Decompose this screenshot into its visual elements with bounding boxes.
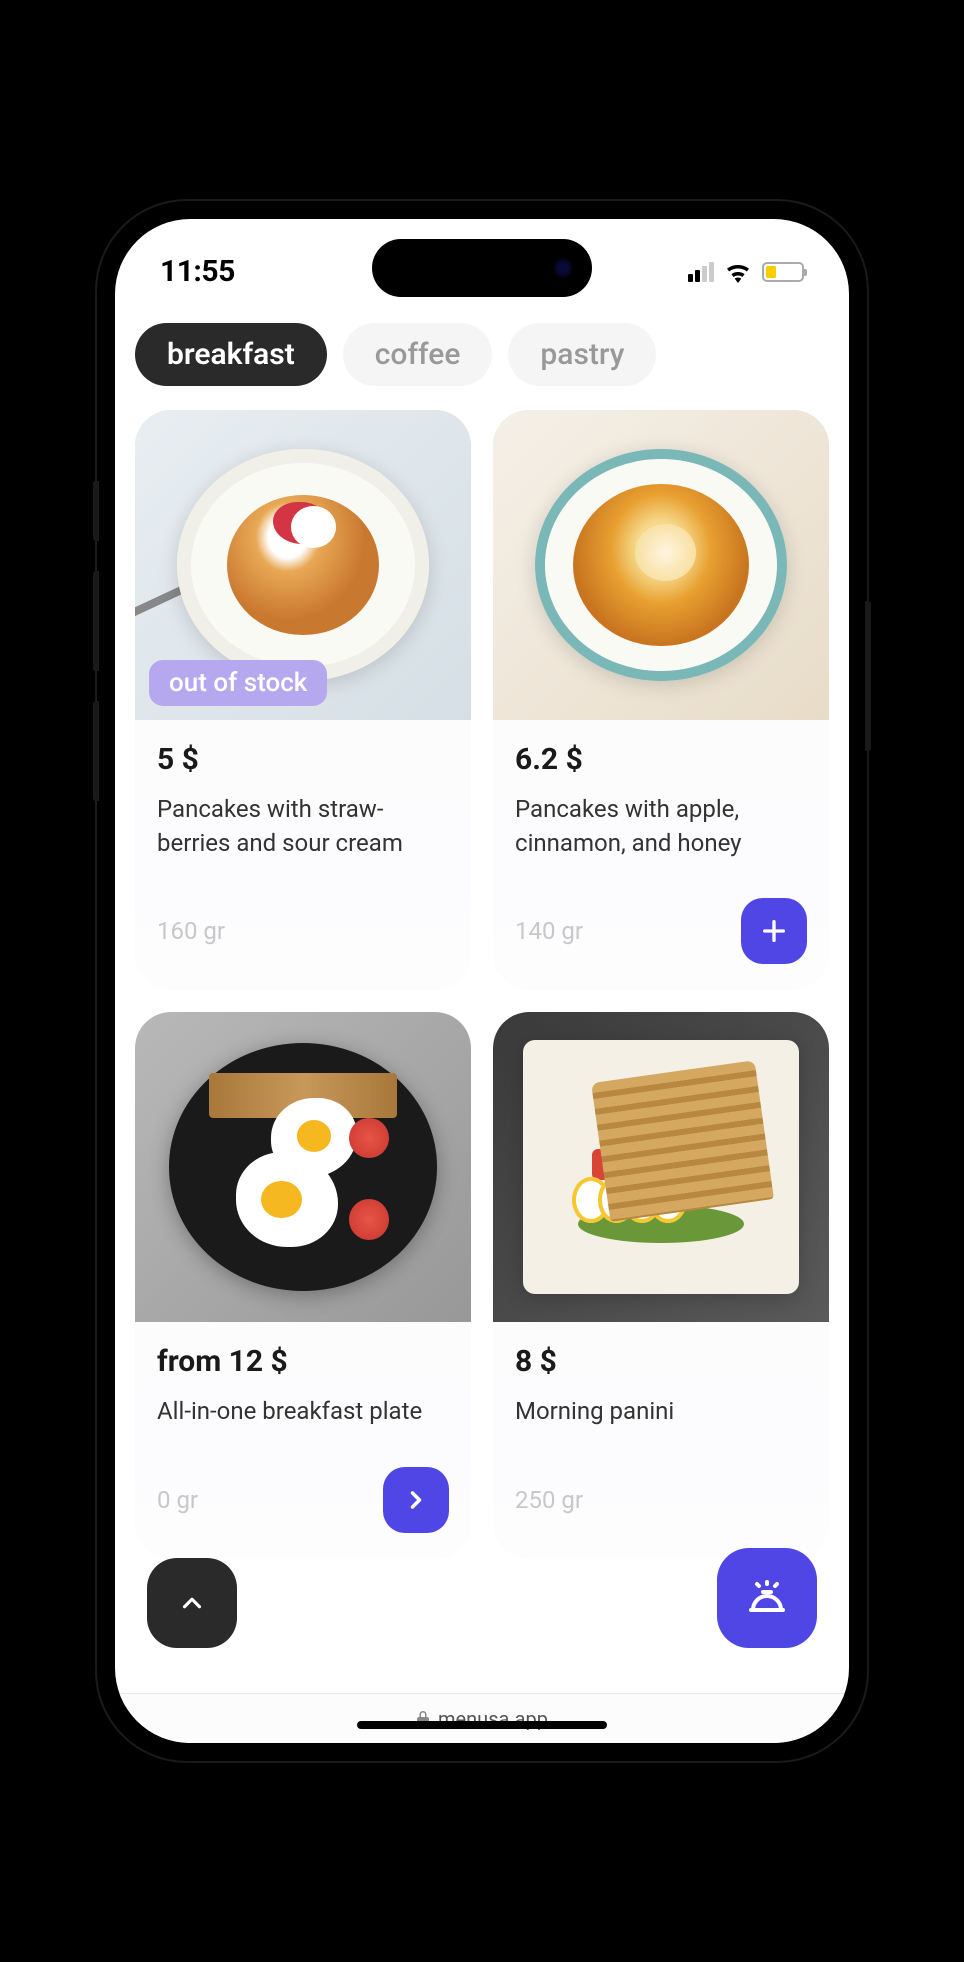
menu-card-image — [493, 410, 829, 720]
menu-card[interactable]: from 12 $ All-in-one breakfast plate 0 g… — [135, 1012, 471, 1559]
home-indicator[interactable] — [357, 1721, 607, 1729]
tab-pastry[interactable]: pastry — [508, 323, 656, 386]
menu-card-price: 5 $ — [157, 742, 449, 777]
status-time: 11:55 — [160, 254, 235, 289]
plus-icon — [758, 915, 790, 947]
power-button — [865, 601, 871, 751]
out-of-stock-badge: out of stock — [149, 660, 327, 706]
main-content: breakfast coffee pastry out of stock — [115, 309, 849, 1693]
menu-card-image — [135, 1012, 471, 1322]
category-tabs: breakfast coffee pastry — [135, 309, 829, 410]
menu-card-weight: 140 gr — [515, 917, 583, 945]
menu-card-weight: 0 gr — [157, 1486, 198, 1514]
menu-card-title: All-in-one breakfast plate — [157, 1395, 449, 1429]
screen: 11:55 breakfast coffee pastry — [115, 219, 849, 1743]
menu-card[interactable]: 8 $ Morning panini 250 gr — [493, 1012, 829, 1559]
menu-card-weight: 250 gr — [515, 1486, 583, 1514]
add-to-cart-button[interactable] — [741, 898, 807, 964]
menu-card-image: out of stock — [135, 410, 471, 720]
volume-up-button — [93, 571, 99, 671]
cellular-signal-icon — [688, 262, 714, 282]
menu-card[interactable]: out of stock 5 $ Pancakes with straw­ber… — [135, 410, 471, 990]
call-waiter-button[interactable] — [717, 1548, 817, 1648]
menu-grid: out of stock 5 $ Pancakes with straw­ber… — [135, 410, 829, 1559]
menu-card-title: Pancakes with straw­berries and sour cre… — [157, 793, 449, 860]
menu-card-title: Morning panini — [515, 1395, 807, 1429]
menu-card[interactable]: 6.2 $ Pancakes with apple, cinnamon, and… — [493, 410, 829, 990]
phone-frame: 11:55 breakfast coffee pastry — [97, 201, 867, 1761]
wifi-icon — [724, 261, 752, 283]
menu-card-weight: 160 gr — [157, 917, 225, 945]
menu-card-title: Pancakes with apple, cinnamon, and honey — [515, 793, 807, 860]
tab-breakfast[interactable]: breakfast — [135, 323, 327, 386]
scroll-to-top-button[interactable] — [147, 1558, 237, 1648]
side-button — [93, 481, 99, 541]
chevron-right-icon — [402, 1486, 430, 1514]
volume-down-button — [93, 701, 99, 801]
tab-coffee[interactable]: coffee — [343, 323, 493, 386]
battery-icon — [762, 262, 804, 282]
view-details-button[interactable] — [383, 1467, 449, 1533]
front-camera — [552, 257, 574, 279]
menu-card-image — [493, 1012, 829, 1322]
dynamic-island — [372, 239, 592, 297]
menu-card-price: 8 $ — [515, 1344, 807, 1379]
status-icons — [688, 261, 804, 283]
browser-address-bar[interactable]: menusa.app — [115, 1693, 849, 1743]
chevron-up-icon — [177, 1588, 207, 1618]
menu-card-price: 6.2 $ — [515, 742, 807, 777]
menu-card-price: from 12 $ — [157, 1344, 449, 1379]
service-bell-icon — [743, 1574, 791, 1622]
